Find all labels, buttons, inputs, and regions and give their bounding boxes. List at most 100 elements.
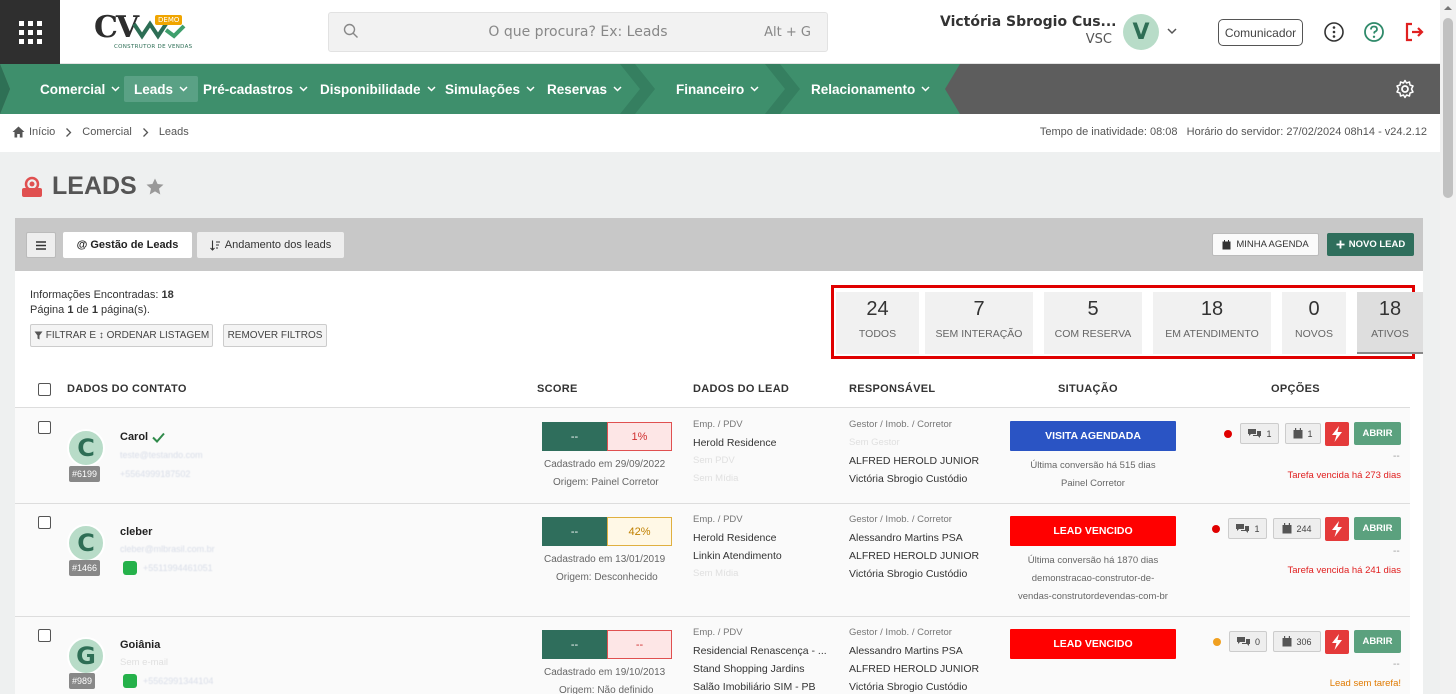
nav-item-comercial[interactable]: Comercial bbox=[30, 76, 130, 102]
logout-icon[interactable] bbox=[1403, 21, 1425, 43]
table-row[interactable]: C #6199 Carol teste@testando.com +556499… bbox=[15, 407, 1410, 503]
stat-todos[interactable]: 24 TODOS bbox=[836, 292, 919, 354]
open-lead-button[interactable]: ABRIR bbox=[1354, 517, 1401, 540]
lead-created-date: Cadastrado em 13/01/2019 bbox=[544, 554, 666, 565]
situation-badge[interactable]: VISITA AGENDADA bbox=[1010, 421, 1176, 451]
chat-count-button[interactable]: 1 bbox=[1228, 518, 1267, 539]
open-lead-button[interactable]: ABRIR bbox=[1354, 630, 1401, 653]
nav-item-simulacoes[interactable]: Simulações bbox=[435, 76, 545, 102]
open-lead-button[interactable]: ABRIR bbox=[1354, 422, 1401, 445]
user-info[interactable]: Victória Sbrogio Cus... VSC bbox=[940, 14, 1117, 47]
col-score[interactable]: SCORE bbox=[537, 383, 578, 395]
col-situacao[interactable]: SITUAÇÃO bbox=[1058, 383, 1118, 395]
responsavel-corretor: Victória Sbrogio Custódio bbox=[849, 681, 968, 693]
nav-item-financeiro[interactable]: Financeiro bbox=[666, 76, 769, 102]
whatsapp-icon[interactable] bbox=[123, 674, 137, 688]
quick-action-button[interactable] bbox=[1325, 630, 1349, 654]
remove-filters-button[interactable]: REMOVER FILTROS bbox=[223, 324, 327, 347]
favorite-star-icon[interactable] bbox=[145, 177, 165, 197]
row-checkbox[interactable] bbox=[38, 516, 51, 529]
user-avatar[interactable]: V bbox=[1123, 14, 1159, 50]
lightning-icon bbox=[1332, 634, 1342, 650]
contact-phone: +5564999187502 bbox=[120, 469, 191, 479]
contact-email: teste@testando.com bbox=[120, 450, 203, 460]
chevron-right-icon bbox=[66, 127, 72, 137]
nav-label: Comercial bbox=[40, 81, 106, 97]
col-opcoes[interactable]: OPÇÕES bbox=[1271, 383, 1320, 395]
breadcrumb-home[interactable]: Início bbox=[29, 126, 55, 138]
lead-created-date: Cadastrado em 29/09/2022 bbox=[544, 459, 666, 470]
stat-novos[interactable]: 0 NOVOS bbox=[1282, 292, 1346, 354]
search-input[interactable]: O que procura? Ex: Leads Alt + G bbox=[328, 12, 828, 52]
table-row[interactable]: G #989 Goiânia Sem e-mail +5562991344104… bbox=[15, 616, 1410, 694]
chat-count-button[interactable]: 1 bbox=[1240, 423, 1279, 444]
novo-lead-label: NOVO LEAD bbox=[1348, 239, 1406, 250]
select-all-checkbox[interactable] bbox=[38, 383, 51, 396]
contact-name[interactable]: Goiânia bbox=[120, 639, 160, 651]
breadcrumb-leads: Leads bbox=[158, 126, 189, 138]
stat-sem-interacao[interactable]: 7 SEM INTERAÇÃO bbox=[925, 292, 1033, 354]
task-count-button[interactable]: 1 bbox=[1285, 423, 1321, 444]
stat-ativos[interactable]: 18 ATIVOS bbox=[1357, 292, 1423, 354]
task-status: Tarefa vencida há 273 dias bbox=[1287, 470, 1401, 481]
page-scrollbar[interactable] bbox=[1440, 0, 1456, 694]
responsavel-corretor: Victória Sbrogio Custódio bbox=[849, 568, 968, 580]
more-options-icon[interactable] bbox=[1323, 21, 1345, 43]
row-checkbox[interactable] bbox=[38, 629, 51, 642]
stat-com-reserva[interactable]: 5 COM RESERVA bbox=[1044, 292, 1142, 354]
filter-sort-button[interactable]: FILTRAR E ↕ ORDENAR LISTAGEM bbox=[30, 324, 213, 347]
nav-label: Simulações bbox=[445, 81, 521, 97]
table-row[interactable]: C #1466 cleber cleber@mlbrasil.com.br +5… bbox=[15, 503, 1410, 616]
chevron-down-icon bbox=[613, 86, 622, 92]
lead-created-date: Cadastrado em 19/10/2013 bbox=[544, 667, 666, 678]
contact-name[interactable]: Carol bbox=[120, 431, 165, 443]
communicator-button[interactable]: Comunicador bbox=[1218, 19, 1303, 46]
stats-summary-highlight: 24 TODOS 7 SEM INTERAÇÃO 5 COM RESERVA 18 EM… bbox=[831, 285, 1423, 359]
col-dados-lead[interactable]: DADOS DO LEAD bbox=[693, 383, 789, 395]
stat-label: SEM INTERAÇÃO bbox=[935, 328, 1023, 340]
contact-name[interactable]: cleber bbox=[120, 526, 152, 538]
scroll-up-icon[interactable] bbox=[1440, 1, 1456, 15]
nav-item-pre-cadastros[interactable]: Pré-cadastros bbox=[193, 76, 318, 102]
logo[interactable]: CV DEMO CONSTRUTOR DE VENDAS bbox=[92, 10, 192, 54]
gear-icon[interactable] bbox=[1395, 79, 1415, 99]
chevron-down-icon[interactable] bbox=[1167, 26, 1177, 36]
page-title: LEADS bbox=[20, 172, 165, 201]
nav-item-reservas[interactable]: Reservas bbox=[537, 76, 632, 102]
task-count: 1 bbox=[1307, 428, 1313, 439]
stat-em-atendimento[interactable]: 18 EM ATENDIMENTO bbox=[1153, 292, 1271, 354]
breadcrumb-comercial[interactable]: Comercial bbox=[82, 126, 132, 138]
quick-action-button[interactable] bbox=[1325, 422, 1349, 446]
task-count-button[interactable]: 244 bbox=[1273, 518, 1321, 539]
col-dados-contato[interactable]: DADOS DO CONTATO bbox=[67, 383, 187, 395]
help-icon[interactable] bbox=[1363, 21, 1385, 43]
results-info: Informações Encontradas: 18 Página 1 de … bbox=[30, 288, 174, 318]
tab-gestao-de-leads[interactable]: @ Gestão de Leads bbox=[63, 232, 192, 258]
stat-value: 5 bbox=[1087, 298, 1099, 320]
home-icon[interactable] bbox=[12, 126, 25, 138]
task-count-button[interactable]: 306 bbox=[1273, 631, 1321, 652]
tab-andamento-dos-leads[interactable]: Andamento dos leads bbox=[197, 232, 344, 258]
verified-check-icon bbox=[152, 432, 165, 443]
nav-item-disponibilidade[interactable]: Disponibilidade bbox=[310, 76, 446, 102]
contact-avatar: C bbox=[67, 429, 105, 467]
situation-badge[interactable]: LEAD VENCIDO bbox=[1010, 516, 1176, 546]
apps-menu-button[interactable] bbox=[0, 0, 60, 64]
situation-badge[interactable]: LEAD VENCIDO bbox=[1010, 629, 1176, 659]
menu-toggle-button[interactable] bbox=[26, 232, 56, 258]
row-checkbox[interactable] bbox=[38, 421, 51, 434]
nav-item-relacionamento[interactable]: Relacionamento bbox=[801, 76, 940, 102]
nav-item-leads[interactable]: Leads bbox=[124, 76, 199, 102]
main-navbar: Comercial Leads Pré-cadastros Disponibil… bbox=[0, 64, 1440, 114]
chat-count-button[interactable]: 0 bbox=[1229, 631, 1267, 652]
quick-action-button[interactable] bbox=[1325, 517, 1349, 541]
lead-empreendimento: Residencial Renascença - ... bbox=[693, 645, 827, 657]
col-responsavel[interactable]: RESPONSÁVEL bbox=[849, 383, 935, 395]
whatsapp-icon[interactable] bbox=[123, 561, 137, 575]
responsavel-label: Gestor / Imob. / Corretor bbox=[849, 514, 952, 525]
minha-agenda-label: MINHA AGENDA bbox=[1236, 239, 1309, 250]
scrollbar-thumb[interactable] bbox=[1443, 18, 1453, 198]
top-bar: CV DEMO CONSTRUTOR DE VENDAS O que procu… bbox=[0, 0, 1440, 64]
minha-agenda-button[interactable]: MINHA AGENDA bbox=[1212, 233, 1319, 256]
novo-lead-button[interactable]: NOVO LEAD bbox=[1327, 233, 1414, 256]
